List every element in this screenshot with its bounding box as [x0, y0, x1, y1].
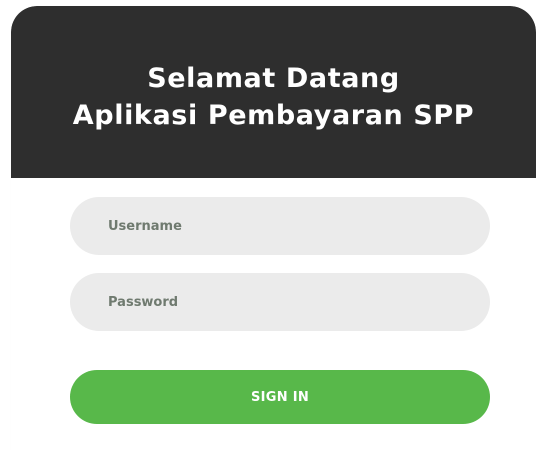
login-page: Selamat Datang Aplikasi Pembayaran SPP S… — [0, 0, 536, 450]
welcome-title: Selamat Datang — [147, 63, 400, 94]
login-header: Selamat Datang Aplikasi Pembayaran SPP — [11, 6, 536, 178]
username-input[interactable] — [70, 197, 490, 255]
login-card: Selamat Datang Aplikasi Pembayaran SPP S… — [11, 6, 536, 450]
app-title: Aplikasi Pembayaran SPP — [72, 100, 475, 131]
password-input[interactable] — [70, 273, 490, 331]
sign-in-button[interactable]: SIGN IN — [70, 370, 490, 424]
